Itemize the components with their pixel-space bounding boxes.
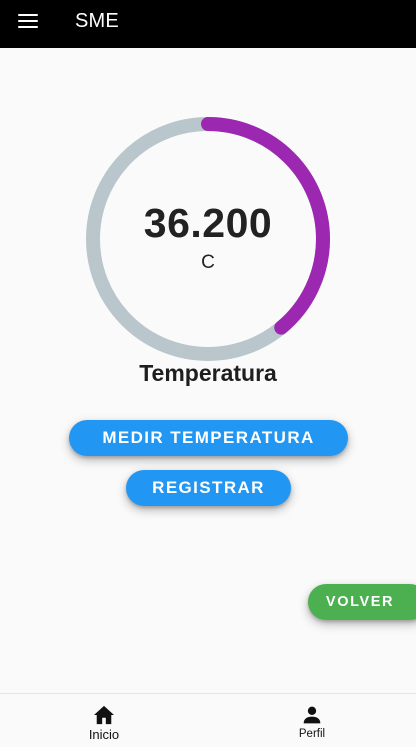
app-title: SME bbox=[75, 9, 119, 32]
menu-button[interactable] bbox=[0, 0, 56, 48]
menu-icon bbox=[17, 14, 38, 28]
temperature-unit: C bbox=[201, 252, 215, 273]
temperature-value: 36.200 bbox=[143, 200, 273, 246]
nav-item-label: Perfil bbox=[298, 728, 326, 740]
bottom-navigation: Inicio Perfil bbox=[0, 693, 416, 747]
nav-item-label: Inicio bbox=[88, 727, 120, 742]
back-button[interactable]: VOLVER bbox=[308, 584, 416, 620]
gauge-label: Temperatura bbox=[139, 360, 277, 386]
register-button[interactable]: REGISTRAR bbox=[126, 470, 291, 506]
measure-temperature-button[interactable]: MEDIR TEMPERATURA bbox=[69, 420, 348, 456]
home-icon bbox=[94, 705, 114, 725]
nav-item-perfil[interactable]: Perfil bbox=[208, 694, 416, 747]
app-bar: SME bbox=[0, 0, 416, 48]
nav-item-inicio[interactable]: Inicio bbox=[0, 694, 208, 747]
person-icon bbox=[303, 706, 321, 724]
